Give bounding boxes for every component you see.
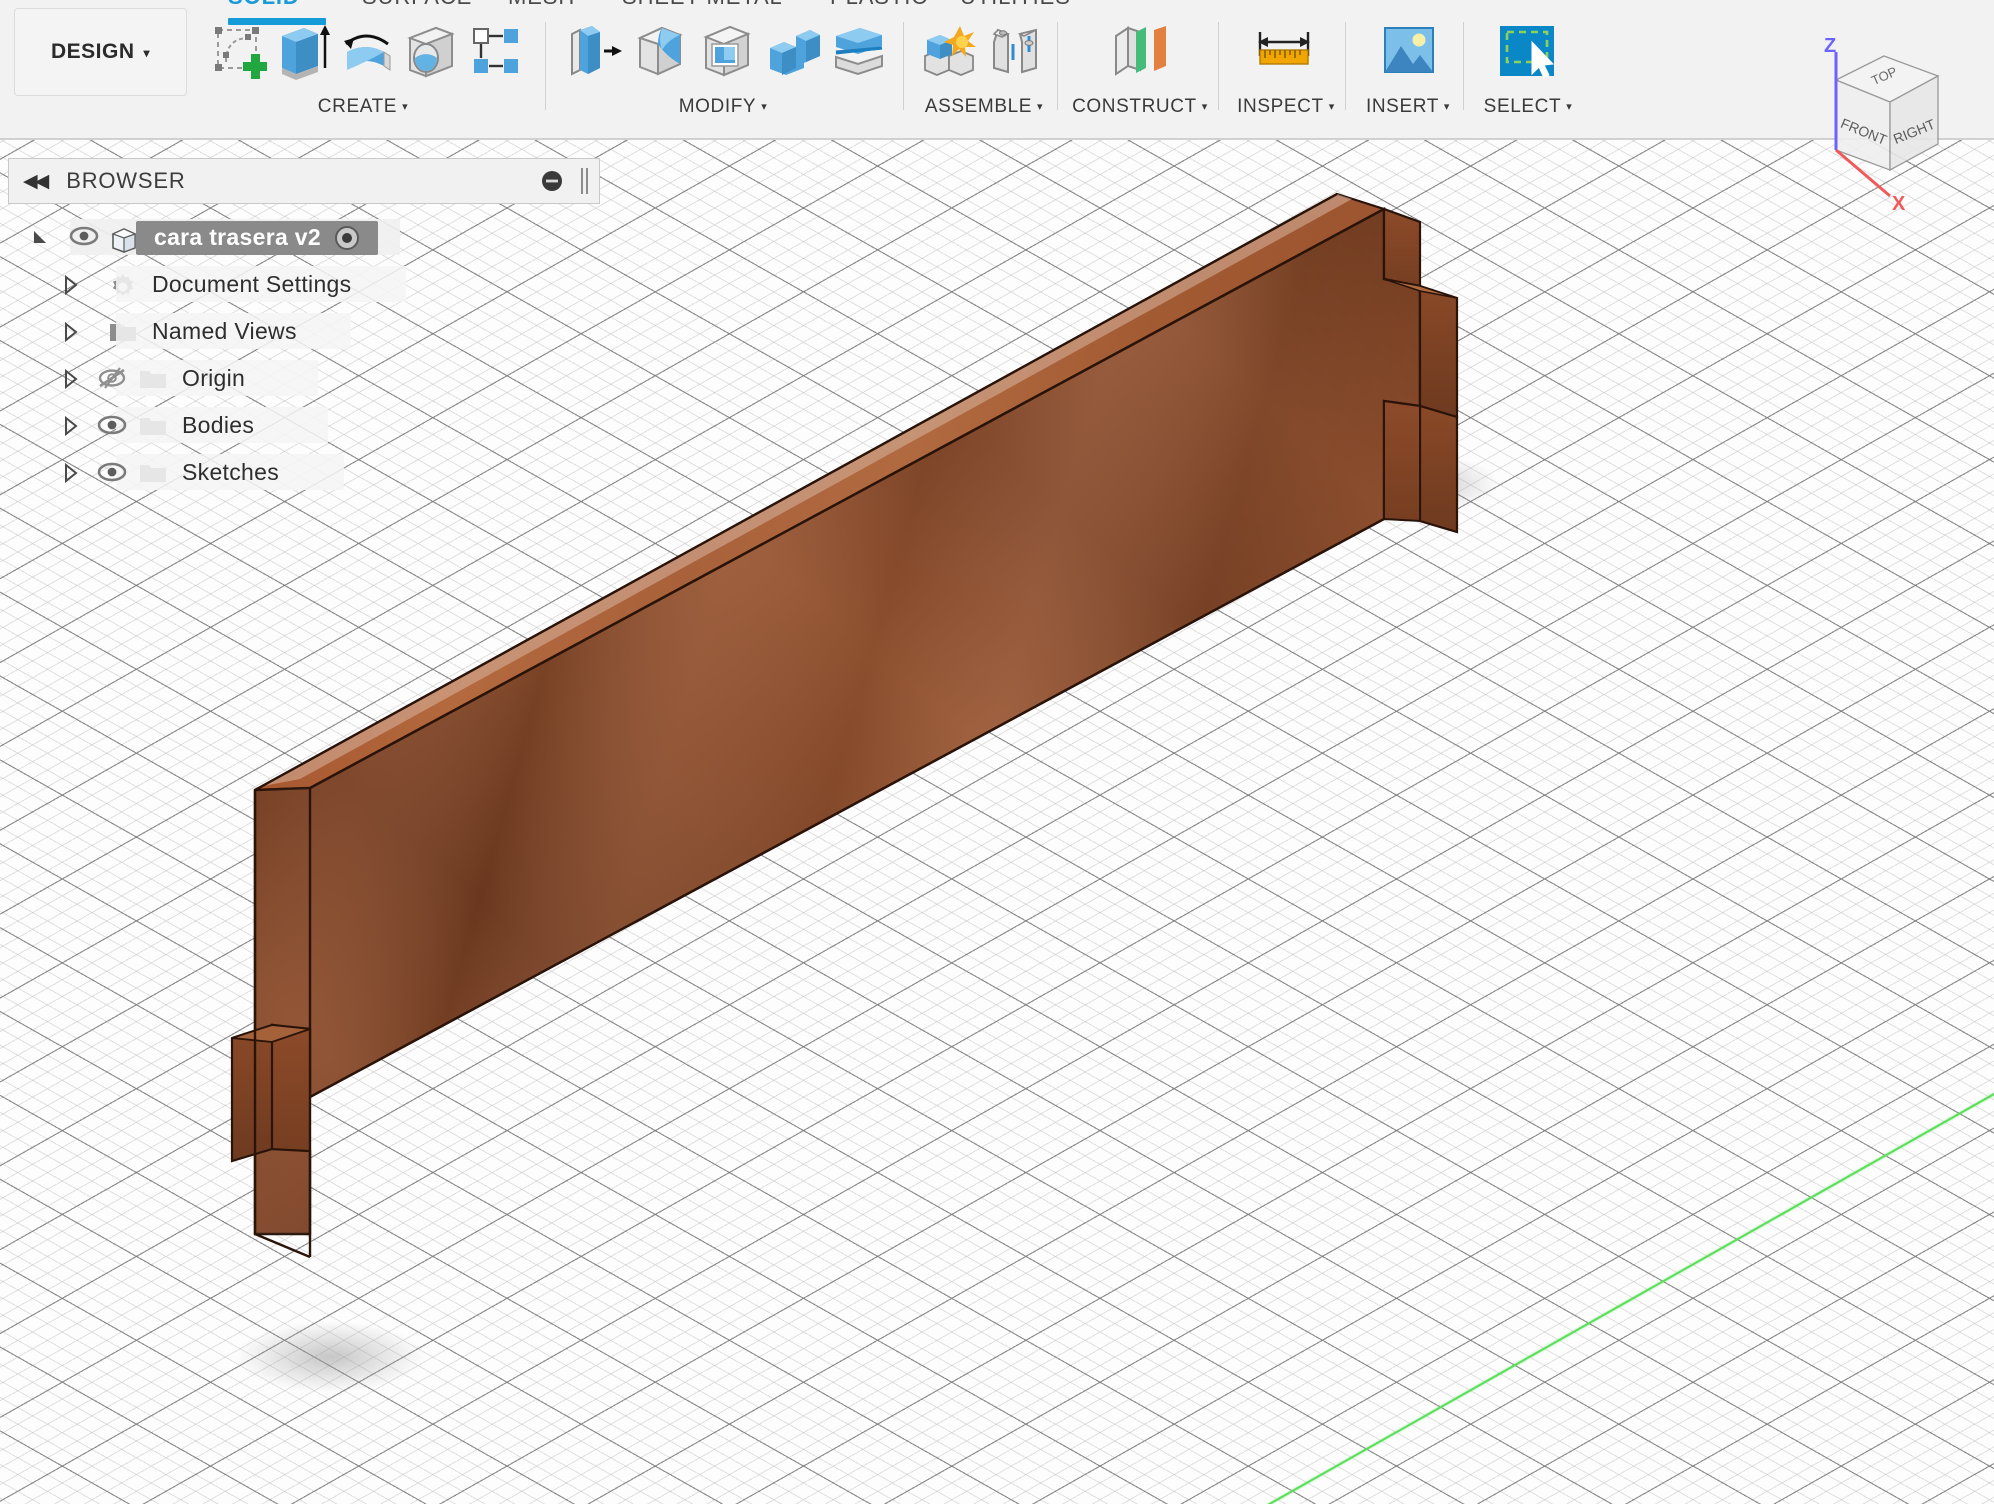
tree-row-sketches[interactable]: Sketches xyxy=(8,449,600,496)
browser-panel: ◀◀ BROWSER cara trasera v2 Document Sett… xyxy=(8,158,600,496)
chevron-down-icon: ▾ xyxy=(1443,101,1451,114)
workspace-label: DESIGN xyxy=(50,40,135,63)
axis-label-x: X xyxy=(1892,193,1906,215)
tab-mesh[interactable]: MESH xyxy=(508,0,575,10)
panel-divider xyxy=(1057,22,1058,110)
split-face-icon[interactable] xyxy=(826,14,892,88)
panel-create: CREATE ▾ xyxy=(198,14,528,126)
create-sketch-icon[interactable] xyxy=(206,14,270,88)
visibility-eye-icon[interactable] xyxy=(96,460,130,486)
panel-divider xyxy=(1463,22,1464,110)
fusion360-window: DESIGN ▾ SOLID SURFACE MESH SHEET METAL … xyxy=(0,0,1994,1504)
tree-row-document-settings[interactable]: Document Settings xyxy=(8,261,600,308)
chevron-down-icon: ▾ xyxy=(761,101,768,114)
panel-modify: MODIFY ▾ xyxy=(552,14,894,126)
tree-row-named-views[interactable]: Named Views xyxy=(8,308,600,355)
expander-collapsed-icon[interactable] xyxy=(60,274,82,296)
tab-utilities[interactable]: UTILITIES xyxy=(960,0,1071,10)
panel-divider xyxy=(1218,22,1219,110)
tree-label: Document Settings xyxy=(152,271,352,297)
collapse-panel-icon[interactable]: ◀◀ xyxy=(23,170,49,193)
panel-label-inspect[interactable]: INSPECT ▾ xyxy=(1226,96,1346,118)
offset-plane-icon[interactable] xyxy=(1106,14,1172,88)
minus-circle-icon[interactable] xyxy=(541,170,563,197)
panel-label-modify[interactable]: MODIFY ▾ xyxy=(552,96,894,118)
chevron-down-icon: ▾ xyxy=(1328,101,1335,114)
panel-divider xyxy=(545,22,546,110)
expander-collapsed-icon[interactable] xyxy=(60,321,82,343)
component-icon xyxy=(108,225,142,253)
visibility-eye-icon[interactable] xyxy=(68,225,102,251)
axis-label-z: Z xyxy=(1824,35,1836,57)
tab-surface[interactable]: SURFACE xyxy=(362,0,472,10)
measure-icon[interactable] xyxy=(1252,14,1318,88)
chevron-down-icon: ▾ xyxy=(1037,101,1044,114)
select-window-icon[interactable] xyxy=(1494,14,1560,88)
expander-collapsed-icon[interactable] xyxy=(60,415,82,437)
panel-divider xyxy=(903,22,904,110)
panel-label-create[interactable]: CREATE ▾ xyxy=(198,96,528,118)
expander-collapsed-icon[interactable] xyxy=(60,368,82,390)
expander-expanded-icon[interactable] xyxy=(30,227,52,249)
pattern-icon[interactable] xyxy=(464,14,528,88)
hole-icon[interactable] xyxy=(399,14,463,88)
workspace-selector[interactable]: DESIGN ▾ xyxy=(14,8,187,96)
chevron-down-icon: ▾ xyxy=(402,101,409,114)
view-cube[interactable]: TOP FRONT RIGHT Z X xyxy=(1778,18,1978,248)
panel-construct: CONSTRUCT ▾ xyxy=(1064,14,1216,126)
extrude-icon[interactable] xyxy=(270,14,334,88)
activate-radio-icon[interactable] xyxy=(333,224,361,252)
tree-row-bodies[interactable]: Bodies xyxy=(8,402,600,449)
browser-header: ◀◀ BROWSER xyxy=(8,158,600,204)
tab-plastic[interactable]: PLASTIC xyxy=(830,0,928,10)
panel-assemble: ASSEMBLE ▾ xyxy=(910,14,1058,126)
chevron-down-icon: ▾ xyxy=(143,46,151,60)
tree-row-cara-trasera-v2[interactable]: cara trasera v2 xyxy=(8,214,600,261)
tab-sheet-metal[interactable]: SHEET METAL xyxy=(622,0,783,10)
visibility-eye-icon[interactable] xyxy=(96,413,130,439)
tree-label: Named Views xyxy=(152,318,297,344)
panel-insert: INSERT ▾ xyxy=(1352,14,1464,126)
revolve-icon[interactable] xyxy=(335,14,399,88)
press-pull-icon[interactable] xyxy=(562,14,628,88)
panel-select: SELECT ▾ xyxy=(1470,14,1586,126)
shell-icon[interactable] xyxy=(694,14,760,88)
panel-label-assemble[interactable]: ASSEMBLE ▾ xyxy=(910,96,1058,118)
tree-row-origin[interactable]: Origin xyxy=(8,355,600,402)
insert-image-icon[interactable] xyxy=(1376,14,1442,88)
tree-label: Origin xyxy=(182,365,246,391)
ribbon-toolbar: DESIGN ▾ SOLID SURFACE MESH SHEET METAL … xyxy=(0,0,1994,140)
panel-inspect: INSPECT ▾ xyxy=(1226,14,1346,126)
tree-label: cara trasera v2 xyxy=(154,224,321,250)
panel-label-insert[interactable]: INSERT ▾ xyxy=(1352,96,1464,118)
tree-label: Bodies xyxy=(182,412,255,438)
joint-icon[interactable] xyxy=(982,14,1048,88)
panel-label-construct[interactable]: CONSTRUCT ▾ xyxy=(1064,96,1216,118)
fillet-icon[interactable] xyxy=(628,14,694,88)
chevron-down-icon: ▾ xyxy=(1566,101,1573,114)
resize-grip-icon[interactable] xyxy=(581,168,591,194)
chevron-down-icon: ▾ xyxy=(1201,101,1208,114)
visibility-hidden-eye-icon[interactable] xyxy=(96,366,130,392)
tab-solid[interactable]: SOLID xyxy=(228,0,300,10)
tree-label: Sketches xyxy=(182,459,280,485)
panel-divider xyxy=(1345,22,1346,110)
browser-tree: cara trasera v2 Document Settings Named … xyxy=(8,214,600,496)
browser-title: BROWSER xyxy=(66,168,186,193)
panel-label-select[interactable]: SELECT ▾ xyxy=(1470,96,1586,118)
expander-collapsed-icon[interactable] xyxy=(60,462,82,484)
new-component-icon[interactable] xyxy=(916,14,982,88)
combine-icon[interactable] xyxy=(760,14,826,88)
